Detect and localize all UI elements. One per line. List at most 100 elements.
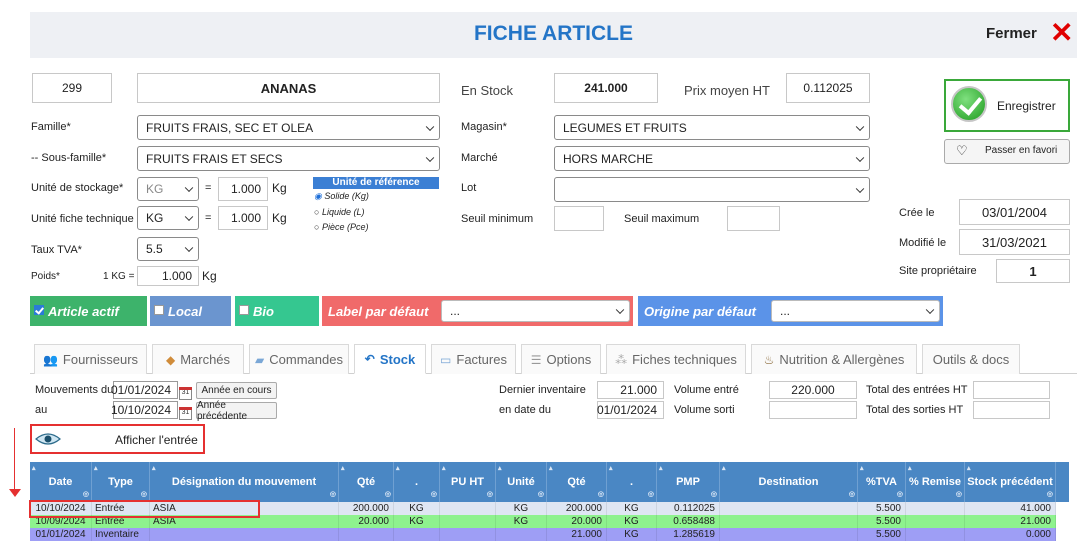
label-defaut-select[interactable]: ... (441, 300, 630, 322)
tab-fiches-techniques[interactable]: ⁂ Fiches techniques (606, 344, 746, 374)
filter-icon[interactable]: ◎ (711, 489, 717, 501)
grid-column-header[interactable]: ▴ PMP ◎ (657, 462, 720, 502)
article-name-field[interactable]: ANANAS (137, 73, 440, 103)
unite-stockage-qty[interactable]: 1.000 (218, 177, 268, 201)
unite-fiche-select[interactable]: KG (137, 206, 199, 230)
sort-icon[interactable]: ▴ (967, 463, 971, 475)
sort-icon[interactable]: ▴ (908, 463, 912, 475)
tab-options[interactable]: ☰ Options (521, 344, 601, 374)
close-icon[interactable]: ✕ (1050, 19, 1073, 47)
sort-icon[interactable]: ▴ (442, 463, 446, 475)
grid-column-header[interactable]: ▴. ◎ (394, 462, 440, 502)
unite-stockage-select[interactable]: KG (137, 177, 199, 201)
calendar-icon[interactable]: 31 (179, 383, 192, 400)
table-row[interactable]: 01/01/2024 Inventaire 21.000 KG 1.285619 5.50… (30, 528, 1056, 541)
radio-piece-label: Pièce (Pce) (321, 222, 369, 232)
tab-marches[interactable]: ◆ Marchés (152, 344, 244, 374)
sort-icon[interactable]: ▴ (549, 463, 553, 475)
grid-column-header[interactable]: ▴ PU HT ◎ (440, 462, 496, 502)
seuil-min-field[interactable] (554, 206, 604, 231)
grid-column-header[interactable]: ▴ Qté ◎ (547, 462, 607, 502)
filter-icon[interactable]: ◎ (330, 489, 336, 501)
magasin-select[interactable]: LEGUMES ET FRUITS (554, 115, 870, 140)
tab-nutrition[interactable]: ♨ Nutrition & Allergènes (751, 344, 917, 374)
unite-fiche-value: KG (146, 211, 164, 225)
filter-icon[interactable]: ◎ (956, 489, 962, 501)
sort-icon[interactable]: ▴ (32, 463, 36, 475)
volume-entre-value: 220.000 (769, 381, 857, 399)
filter-icon[interactable]: ◎ (538, 489, 544, 501)
doc-icon: ⁂ (615, 352, 628, 367)
filter-icon[interactable]: ◎ (897, 489, 903, 501)
total-sorties-value (973, 401, 1050, 419)
radio-liquide[interactable]: ○ Liquide (L) (314, 207, 364, 217)
tab-fournisseurs[interactable]: 👥 Fournisseurs (34, 344, 147, 374)
grid-column-header[interactable]: ▴ Date ◎ (30, 462, 92, 502)
article-code-field[interactable]: 299 (32, 73, 112, 103)
local-toggle[interactable]: Local (150, 296, 231, 326)
grid-column-header[interactable]: ▴ Désignation du mouvement ◎ (150, 462, 339, 502)
tva-select[interactable]: 5.5 (137, 237, 199, 261)
article-actif-toggle[interactable]: Article actif (30, 296, 147, 326)
grid-column-header[interactable]: ▴ Destination ◎ (720, 462, 858, 502)
filter-icon[interactable]: ◎ (849, 489, 855, 501)
table-cell (440, 515, 496, 528)
table-cell: KG (607, 515, 657, 528)
sous-famille-label: -- Sous-famille* (31, 152, 107, 164)
sort-icon[interactable]: ▴ (609, 463, 613, 475)
modifie-value: 31/03/2021 (959, 229, 1070, 255)
annee-precedente-button[interactable]: Année précédente (196, 400, 277, 422)
date-du-field[interactable]: 01/01/2024 (111, 381, 178, 399)
grid-column-header[interactable]: ▴ Type ◎ (92, 462, 150, 502)
calendar-icon[interactable]: 31 (179, 403, 192, 420)
lot-select[interactable] (554, 177, 870, 202)
table-cell (440, 502, 496, 515)
marche-select[interactable]: HORS MARCHE (554, 146, 870, 171)
seuil-max-field[interactable] (727, 206, 780, 231)
filter-icon[interactable]: ◎ (648, 489, 654, 501)
grid-column-header[interactable]: ▴ Qté ◎ (339, 462, 394, 502)
filter-icon[interactable]: ◎ (431, 489, 437, 501)
annee-en-cours-button[interactable]: Année en cours (196, 382, 277, 399)
sort-icon[interactable]: ▴ (396, 463, 400, 475)
sort-icon[interactable]: ▴ (659, 463, 663, 475)
table-cell (906, 528, 965, 541)
radio-solide[interactable]: ◉ Solide (Kg) (314, 191, 369, 202)
table-cell: 01/01/2024 (30, 528, 92, 541)
checkbox-checked-icon (34, 305, 44, 315)
grid-column-label: PU HT (451, 476, 484, 488)
sort-icon[interactable]: ▴ (860, 463, 864, 475)
sort-icon[interactable]: ▴ (341, 463, 345, 475)
volume-entre-label: Volume entré (674, 384, 739, 396)
grid-column-header[interactable]: ▴ %TVA ◎ (858, 462, 906, 502)
unite-fiche-qty[interactable]: 1.000 (218, 206, 268, 230)
sous-famille-select[interactable]: FRUITS FRAIS ET SECS (137, 146, 440, 171)
filter-icon[interactable]: ◎ (385, 489, 391, 501)
sort-icon[interactable]: ▴ (94, 463, 98, 475)
grid-column-header[interactable]: ▴ Stock précédent ◎ (965, 462, 1056, 502)
sort-icon[interactable]: ▴ (152, 463, 156, 475)
tab-outils-docs[interactable]: Outils & docs (922, 344, 1020, 374)
date-au-field[interactable]: 10/10/2024 (111, 401, 178, 419)
tab-stock[interactable]: ↶ Stock (354, 344, 426, 374)
grid-column-header[interactable]: ▴ Unité ◎ (496, 462, 547, 502)
grid-column-label: %TVA (866, 476, 897, 488)
filter-icon[interactable]: ◎ (487, 489, 493, 501)
poids-field[interactable]: 1.000 (137, 266, 199, 286)
bio-toggle[interactable]: Bio (235, 296, 319, 326)
filter-icon[interactable]: ◎ (1047, 489, 1053, 501)
close-label[interactable]: Fermer (986, 25, 1037, 42)
filter-icon[interactable]: ◎ (598, 489, 604, 501)
famille-select[interactable]: FRUITS FRAIS, SEC ET OLEA (137, 115, 440, 140)
origine-defaut-select[interactable]: ... (771, 300, 940, 322)
sort-icon[interactable]: ▴ (722, 463, 726, 475)
tab-commandes[interactable]: ▰ Commandes (249, 344, 349, 374)
chevron-down-icon (184, 243, 194, 253)
grid-column-label: . (629, 476, 634, 488)
radio-piece[interactable]: ○ Pièce (Pce) (314, 222, 368, 232)
chevron-down-icon (425, 122, 435, 131)
grid-column-header[interactable]: ▴. ◎ (607, 462, 657, 502)
sort-icon[interactable]: ▴ (498, 463, 502, 475)
tab-factures[interactable]: ▭ Factures (431, 344, 516, 374)
grid-column-header[interactable]: ▴% Remise ◎ (906, 462, 965, 502)
